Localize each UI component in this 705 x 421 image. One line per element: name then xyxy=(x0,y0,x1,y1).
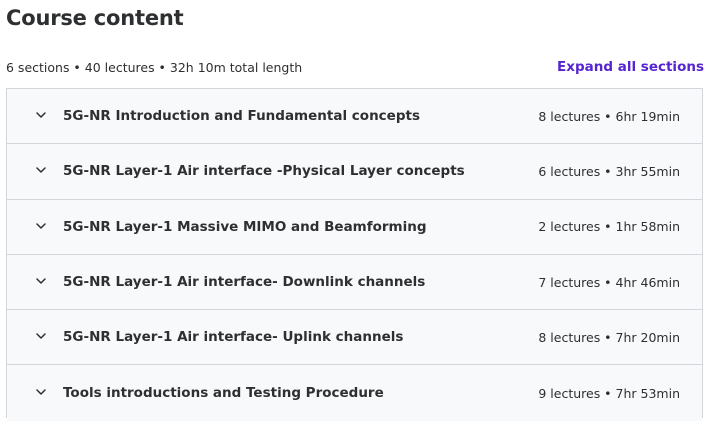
chevron-down-icon xyxy=(36,389,46,395)
sections-list: 5G-NR Introduction and Fundamental conce… xyxy=(6,88,703,421)
section-row[interactable]: 5G-NR Layer-1 Massive MIMO and Beamformi… xyxy=(7,199,702,255)
section-meta: 8 lectures • 6hr 19min xyxy=(538,108,680,124)
section-title: 5G-NR Introduction and Fundamental conce… xyxy=(63,108,420,125)
section-meta: 8 lectures • 7hr 20min xyxy=(538,329,680,345)
section-title: 5G-NR Layer-1 Air interface -Physical La… xyxy=(63,163,465,180)
section-row[interactable]: 5G-NR Layer-1 Air interface- Uplink chan… xyxy=(7,310,702,366)
chevron-down-icon xyxy=(36,333,46,340)
page-title: Course content xyxy=(6,6,184,30)
chevron-down-icon xyxy=(36,222,46,229)
section-meta: 2 lectures • 1hr 58min xyxy=(538,219,680,235)
section-meta: 9 lectures • 7hr 53min xyxy=(538,385,680,401)
expand-all-sections-button[interactable]: Expand all sections xyxy=(557,57,704,77)
section-row[interactable]: 5G-NR Layer-1 Air interface -Physical La… xyxy=(7,144,702,200)
section-title: 5G-NR Layer-1 Air interface- Downlink ch… xyxy=(63,274,426,291)
chevron-down-icon xyxy=(36,112,46,118)
chevron-down-icon xyxy=(36,167,46,174)
section-row[interactable]: Tools introductions and Testing Procedur… xyxy=(7,365,702,421)
section-meta: 6 lectures • 3hr 55min xyxy=(538,163,680,179)
section-title: 5G-NR Layer-1 Massive MIMO and Beamformi… xyxy=(63,218,427,235)
section-meta: 7 lectures • 4hr 46min xyxy=(538,274,680,290)
chevron-down-icon xyxy=(36,278,46,284)
section-row[interactable]: 5G-NR Layer-1 Air interface- Downlink ch… xyxy=(7,254,702,311)
section-row[interactable]: 5G-NR Introduction and Fundamental conce… xyxy=(7,89,702,145)
course-summary: 6 sections • 40 lectures • 32h 10m total… xyxy=(6,60,303,75)
section-title: 5G-NR Layer-1 Air interface- Uplink chan… xyxy=(63,329,404,346)
section-title: Tools introductions and Testing Procedur… xyxy=(63,385,384,402)
